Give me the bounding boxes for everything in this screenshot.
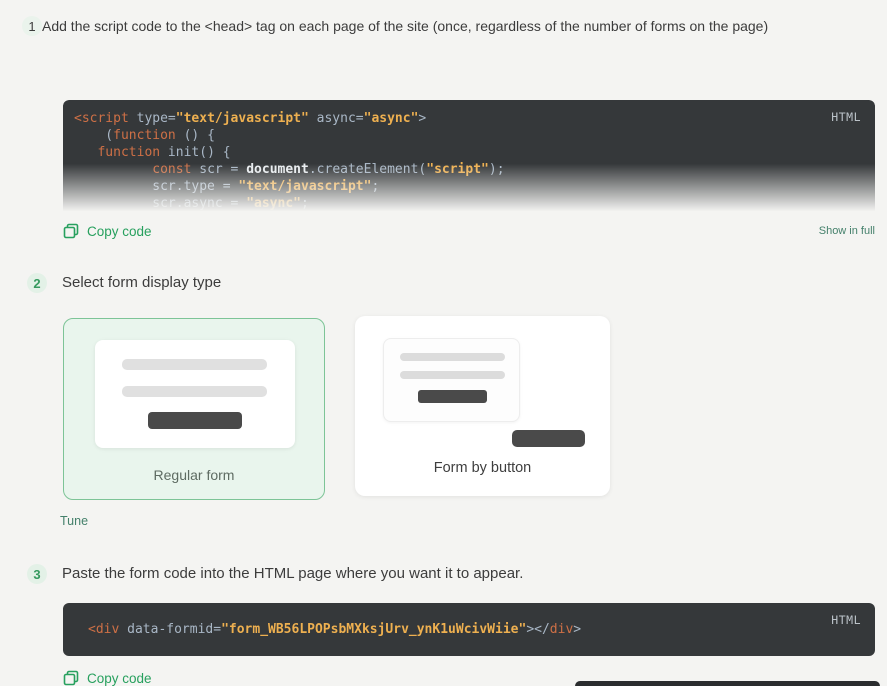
copy-icon xyxy=(63,223,79,239)
form-embed-code-block: HTML <div data-formid="form_WB56LPOPsbMX… xyxy=(63,603,875,656)
form-embed-code: <div data-formid="form_WB56LPOPsbMXksjUr… xyxy=(88,622,582,637)
step-2: 2 Select form display type xyxy=(27,273,221,293)
option-form-by-button[interactable]: Form by button xyxy=(355,316,610,496)
form-preview-button xyxy=(418,390,487,403)
step-1-text: Add the script code to the <head> tag on… xyxy=(42,18,769,34)
tune-link[interactable]: Tune xyxy=(60,514,88,528)
code-block-1-actions: Copy code Show in full xyxy=(63,220,875,242)
embed-form-instructions-page: 1 Add the script code to the <head> tag … xyxy=(0,0,887,686)
regular-form-label: Regular form xyxy=(153,467,235,483)
step-2-number: 2 xyxy=(27,273,47,293)
code-language-label: HTML xyxy=(831,613,861,627)
step-2-text: Select form display type xyxy=(62,274,222,291)
show-in-full-link[interactable]: Show in full xyxy=(819,225,875,237)
option-regular-form[interactable]: Regular form xyxy=(63,318,325,500)
head-script-code-block: HTML <script type="text/javascript" asyn… xyxy=(63,100,875,216)
form-by-button-preview xyxy=(383,338,520,422)
trigger-button-preview xyxy=(512,430,585,447)
copy-code-button[interactable]: Copy code xyxy=(63,223,152,239)
step-1-number: 1 xyxy=(22,16,42,36)
form-preview-line xyxy=(400,353,505,361)
form-preview-line xyxy=(122,359,267,370)
step-3-number: 3 xyxy=(27,564,47,584)
bottom-toast-edge xyxy=(575,681,880,686)
head-script-code: <script type="text/javascript" async="as… xyxy=(74,111,505,211)
copy-icon xyxy=(63,670,79,686)
code-language-label: HTML xyxy=(831,110,861,124)
copy-code-label: Copy code xyxy=(87,223,152,239)
form-by-button-label: Form by button xyxy=(433,460,532,476)
regular-form-preview xyxy=(95,340,295,448)
step-3: 3 Paste the form code into the HTML page… xyxy=(27,564,523,584)
copy-code-button[interactable]: Copy code xyxy=(63,670,152,686)
step-1: 1 Add the script code to the <head> tag … xyxy=(22,16,768,36)
form-preview-line xyxy=(400,371,505,379)
form-preview-button xyxy=(148,412,242,429)
copy-code-label: Copy code xyxy=(87,670,152,686)
step-3-text: Paste the form code into the HTML page w… xyxy=(62,565,524,582)
form-preview-line xyxy=(122,386,267,397)
